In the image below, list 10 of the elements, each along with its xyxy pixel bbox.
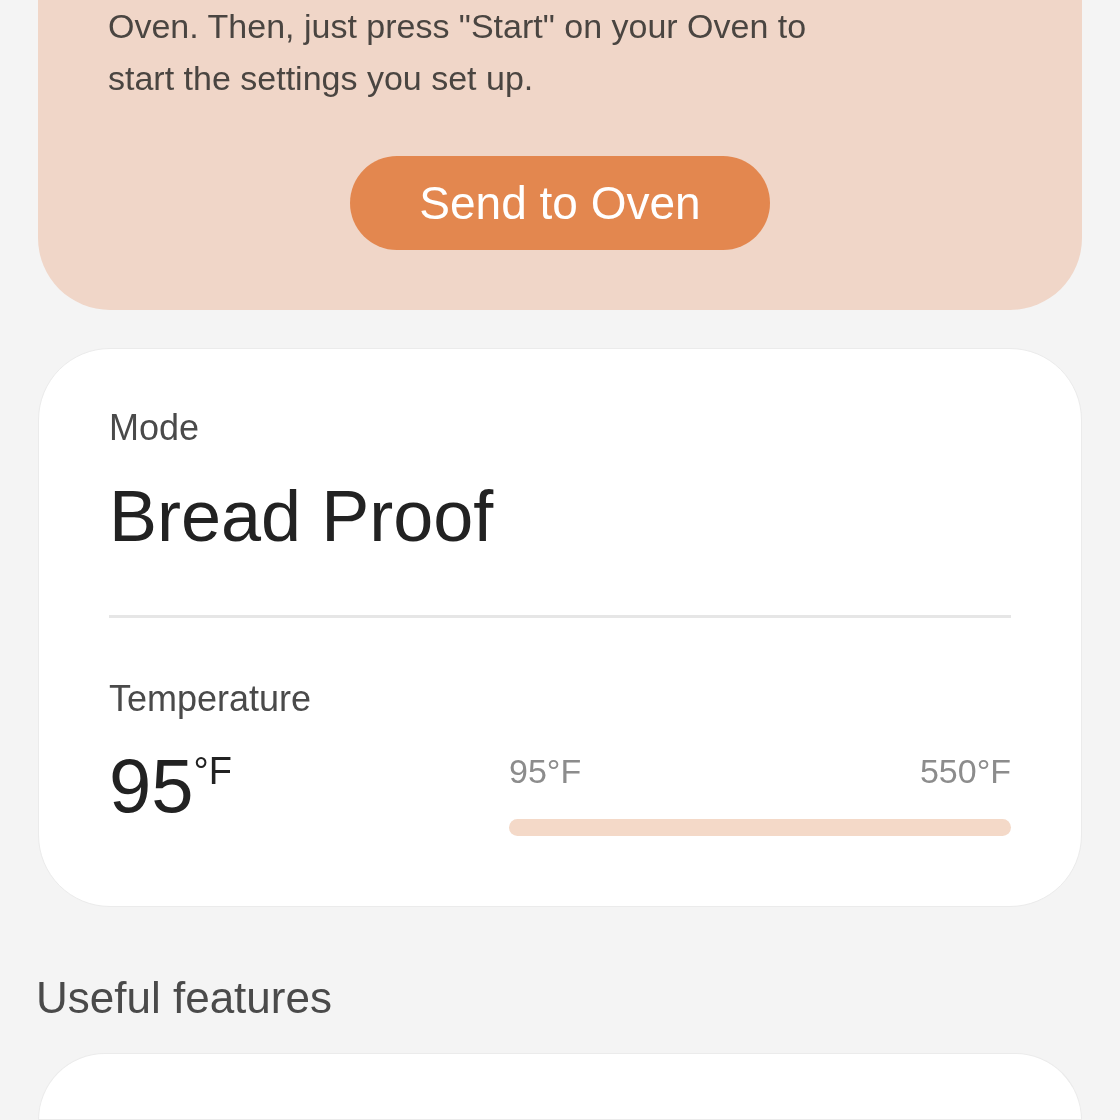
section-title: Useful features: [36, 973, 333, 1023]
temperature-slider[interactable]: [509, 819, 1011, 836]
temperature-label: Temperature: [109, 678, 313, 720]
instruction-text: start the settings you set up.: [108, 58, 534, 99]
mode-value: Bread Proof: [109, 475, 495, 557]
instruction-text: Oven. Then, just press "Start" on your Oven to: [108, 6, 807, 47]
send-to-oven-button[interactable]: Send to Oven: [350, 156, 770, 250]
max-temperature-label: 550°F: [919, 752, 1011, 791]
mode-label: Mode: [109, 407, 201, 449]
min-temperature-label: 95°F: [509, 752, 582, 791]
